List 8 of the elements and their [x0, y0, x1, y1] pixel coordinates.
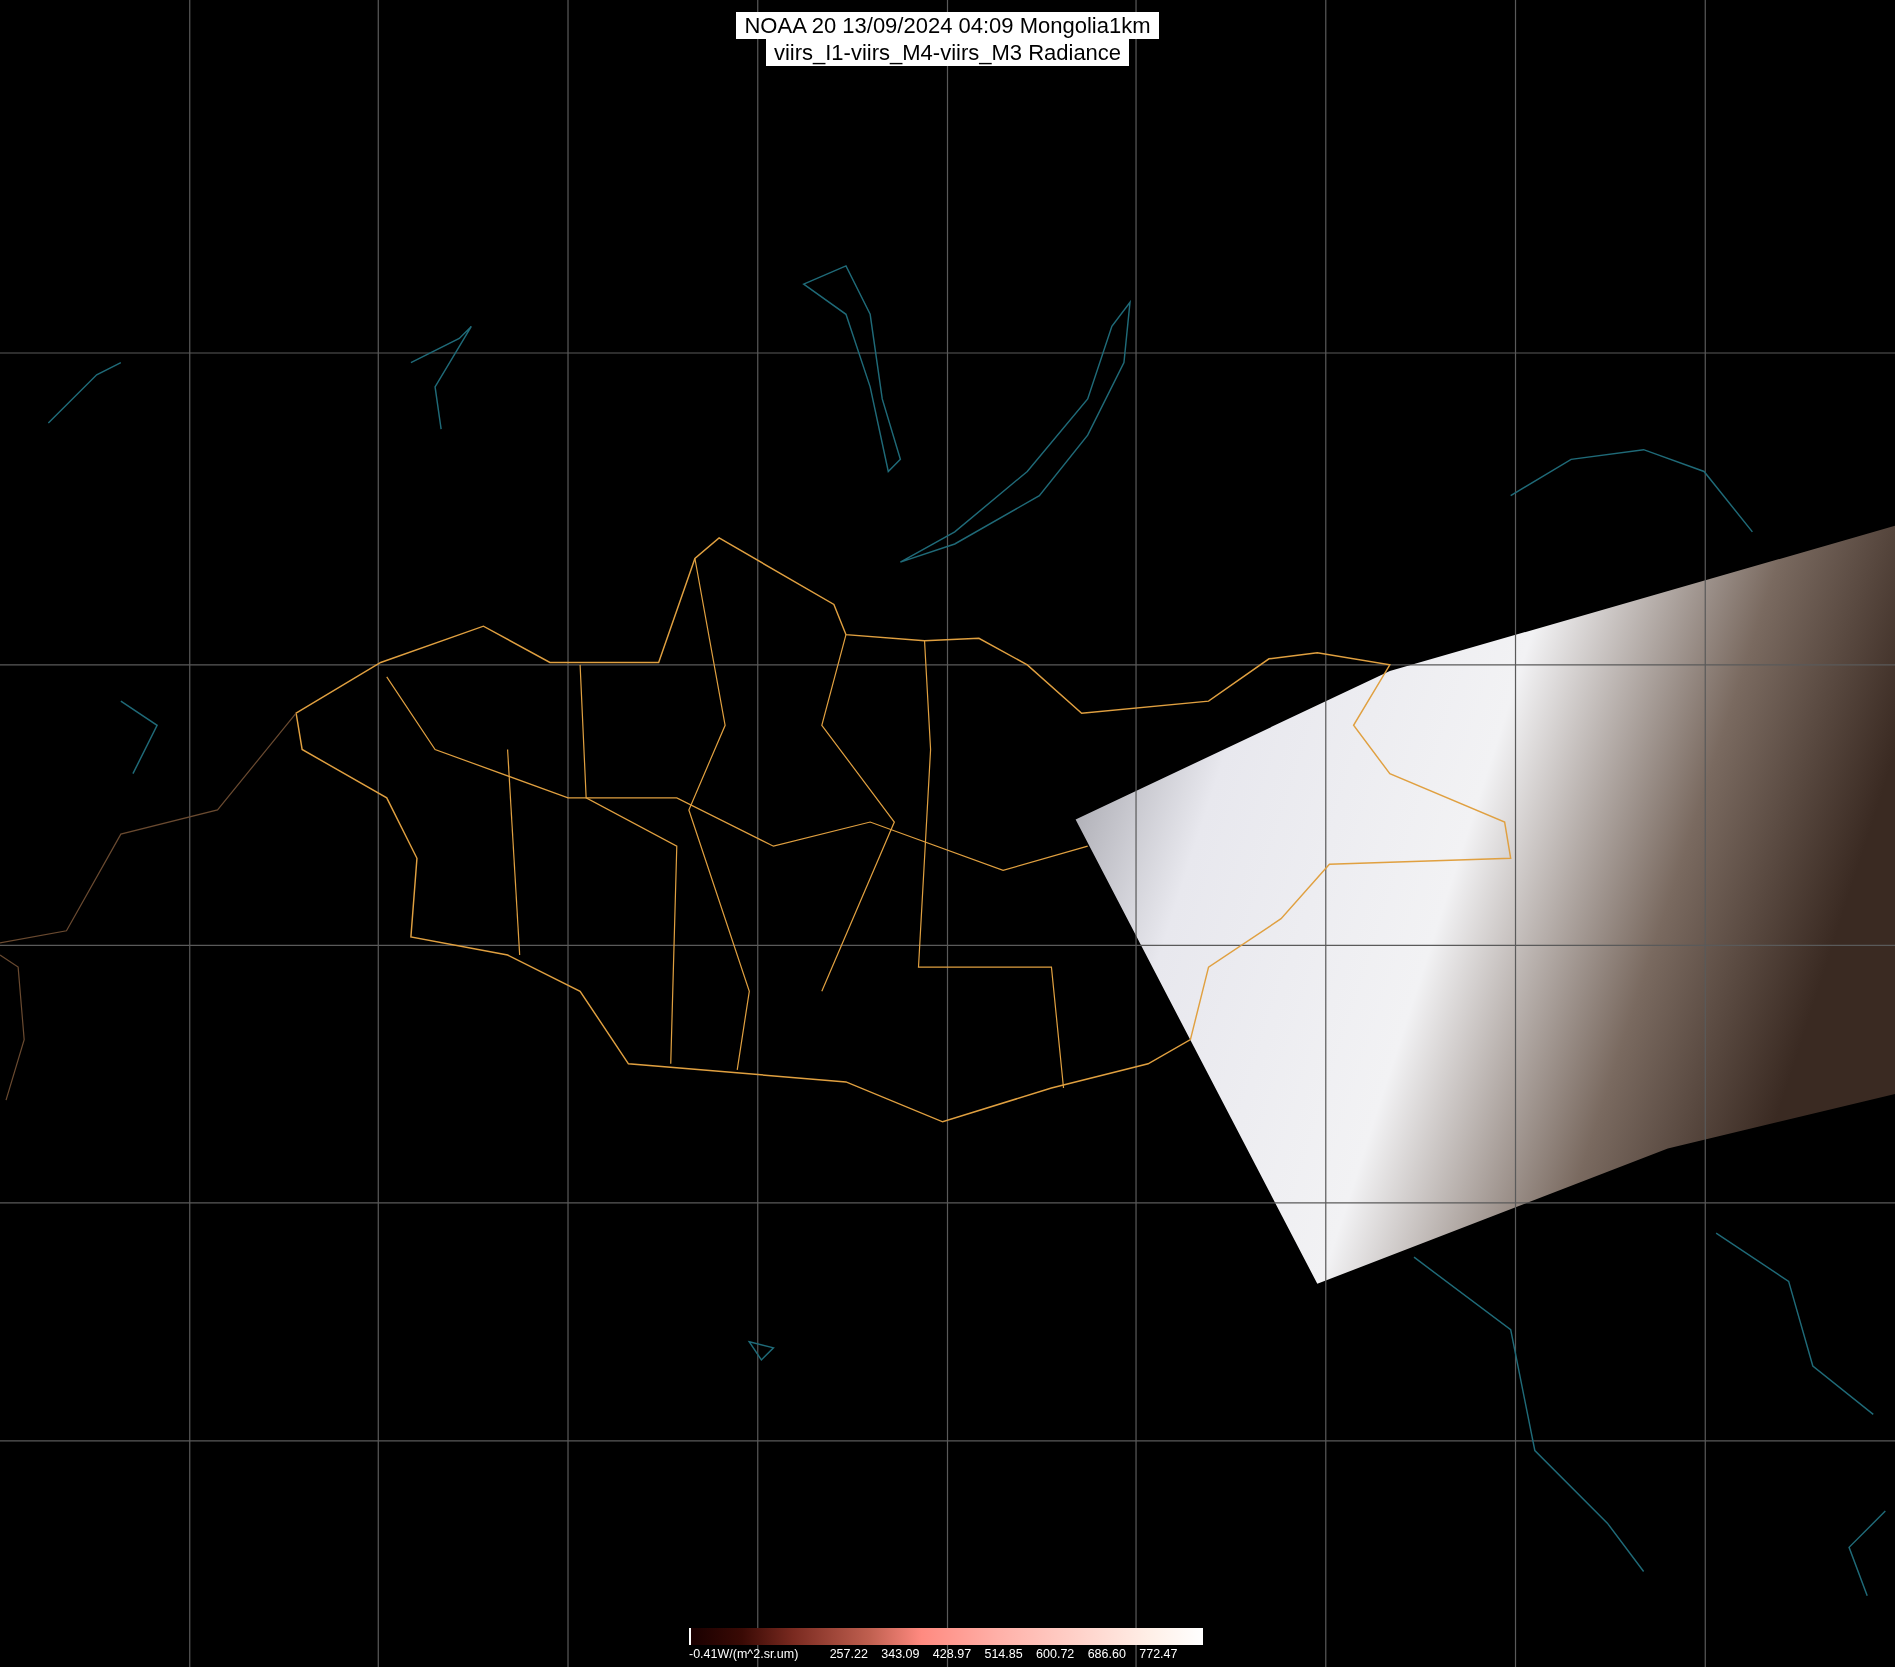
scale-label: 343.09 [880, 1647, 921, 1661]
scale-label: 600.72 [1035, 1647, 1076, 1661]
scale-label: 428.97 [931, 1647, 973, 1661]
scale-label: 772.47 [1138, 1647, 1179, 1661]
scale-label: 686.60 [1086, 1647, 1127, 1661]
scale-label: -0.41W/(m^2.sr.um) [689, 1647, 800, 1661]
scale-label: 514.85 [983, 1647, 1024, 1661]
scale-label: 257.22 [828, 1647, 869, 1661]
